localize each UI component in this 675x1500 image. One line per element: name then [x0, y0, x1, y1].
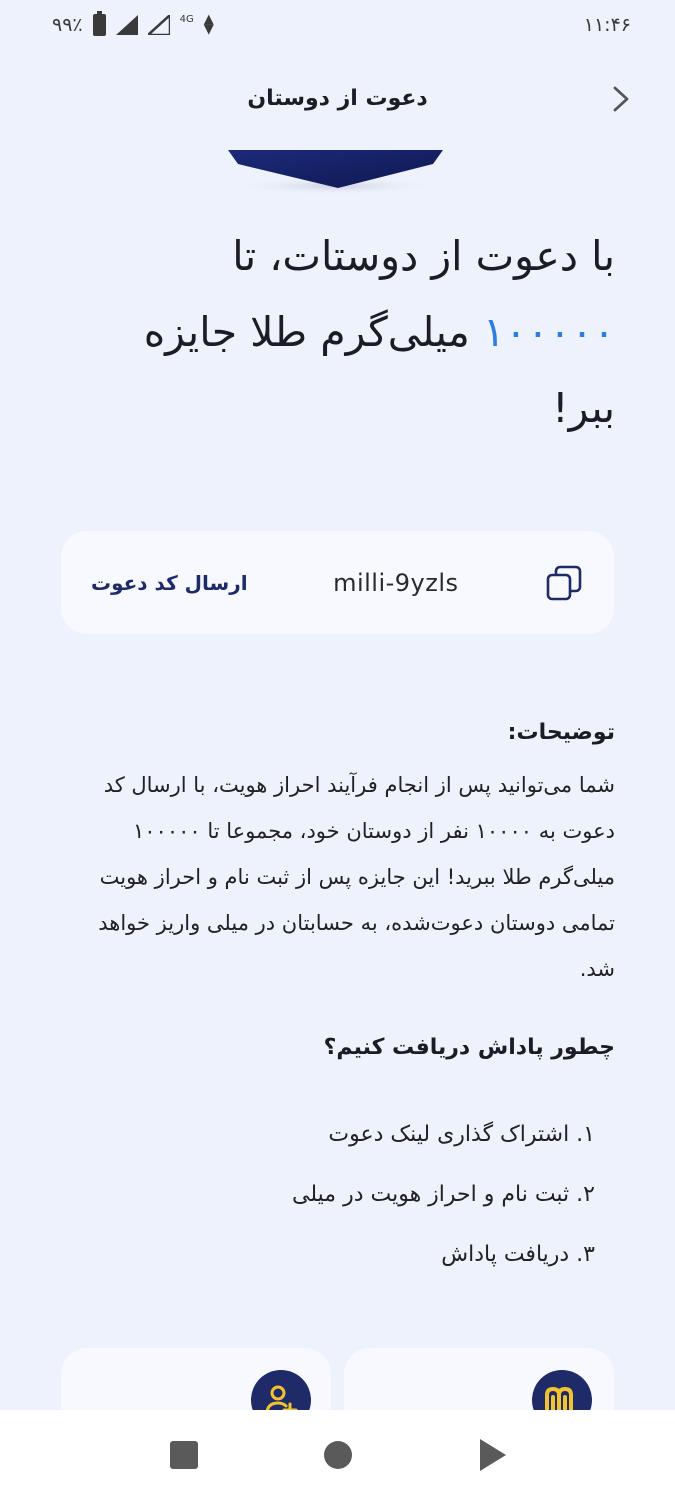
back-nav-button[interactable]	[480, 1439, 506, 1471]
description-title: توضیحات:	[507, 720, 615, 745]
step-item: ۲. ثبت نام و احراز هویت در میلی	[292, 1182, 595, 1207]
status-bar: ۹۹٪ 4G ▲ ▼ ۱۱:۴۶	[0, 0, 675, 50]
steps-list: ۱. اشتراک گذاری لینک دعوت ۲. ثبت نام و ا…	[292, 1110, 595, 1290]
clock: ۱۱:۴۶	[583, 14, 631, 36]
back-button[interactable]	[607, 84, 635, 114]
hero-line-1: با دعوت از دوستات، تا	[232, 232, 615, 280]
hero-title: با دعوت از دوستات، تا ۱۰۰۰۰۰ میلی‌گرم طل…	[60, 218, 615, 446]
gift-box-illustration	[228, 150, 443, 194]
invite-code-card: ارسال کد دعوت milli-9yzls	[61, 531, 614, 634]
battery-icon	[92, 11, 106, 36]
network-type: 4G	[179, 13, 194, 25]
step-item: ۳. دریافت پاداش	[441, 1242, 595, 1267]
hero-line-2-text: میلی‌گرم طلا جایزه	[143, 308, 483, 356]
data-arrows-icon: ▲ ▼	[203, 12, 214, 37]
battery-percent: ۹۹٪	[52, 14, 83, 36]
copy-button[interactable]	[544, 563, 584, 603]
how-to-title: چطور پاداش دریافت کنیم؟	[323, 1035, 615, 1060]
step-item: ۱. اشتراک گذاری لینک دعوت	[328, 1122, 595, 1147]
chevron-right-icon	[613, 86, 629, 112]
signal-icon	[115, 15, 138, 35]
signal-4g-icon	[147, 15, 170, 35]
hero-line-3: ببر!	[552, 384, 615, 432]
home-button[interactable]	[324, 1441, 352, 1469]
invite-code: milli-9yzls	[333, 568, 459, 597]
system-nav-bar	[0, 1410, 675, 1500]
description-text: شما می‌توانید پس از انجام فرآیند احراز ه…	[98, 773, 615, 981]
app-header: دعوت از دوستان	[0, 66, 675, 130]
reward-amount: ۱۰۰۰۰۰	[482, 308, 615, 356]
copy-icon	[546, 565, 582, 600]
status-icons: ۹۹٪ 4G ▲ ▼	[52, 11, 214, 37]
send-invite-code-button[interactable]: ارسال کد دعوت	[91, 571, 248, 595]
recents-button[interactable]	[170, 1441, 198, 1469]
hero-line-2: ۱۰۰۰۰۰ میلی‌گرم طلا جایزه	[60, 294, 615, 370]
page-title: دعوت از دوستان	[247, 85, 428, 111]
